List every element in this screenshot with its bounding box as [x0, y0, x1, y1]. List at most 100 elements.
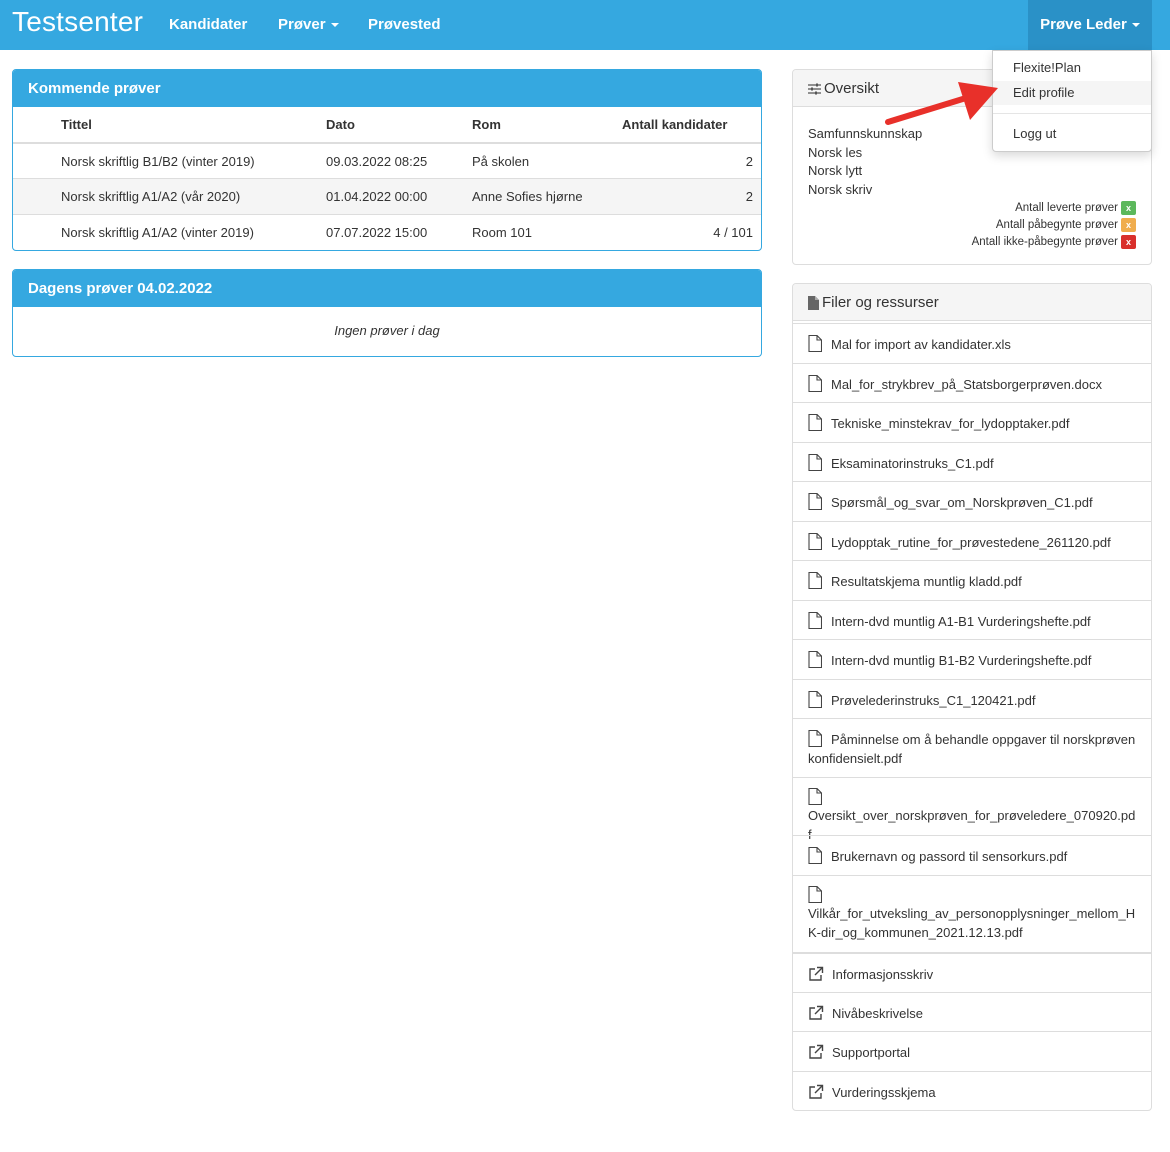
- sliders-icon: [808, 83, 821, 95]
- column-header-dato[interactable]: Dato: [326, 107, 472, 144]
- file-link-item[interactable]: Vilkår_for_utveksling_av_personopplysnin…: [793, 875, 1151, 952]
- file-link-item[interactable]: Oversikt_over_norskprøven_for_prøveleder…: [793, 777, 1151, 842]
- file-link-label[interactable]: Nivåbeskrivelse: [832, 1006, 923, 1021]
- legend-started: Antall påbegynte prøver x: [996, 217, 1136, 233]
- file-icon: [808, 413, 823, 432]
- legend-delivered: Antall leverte prøver x: [1015, 200, 1136, 216]
- cell-dato: 01.04.2022 00:00: [326, 178, 472, 214]
- external-link-item[interactable]: Nivåbeskrivelse: [793, 992, 1151, 1031]
- table-row[interactable]: Norsk skriftlig B1/B2 (vinter 2019) 09.0…: [13, 142, 761, 179]
- file-link-item[interactable]: Mal_for_strykbrev_på_Statsborgerprøven.d…: [793, 363, 1151, 402]
- file-link-item[interactable]: Resultatskjema muntlig kladd.pdf: [793, 560, 1151, 600]
- file-icon: [808, 611, 823, 630]
- file-link-item[interactable]: Prøvelederinstruks_C1_120421.pdf: [793, 679, 1151, 718]
- file-icon: [808, 787, 823, 806]
- file-icon: [808, 374, 823, 393]
- caret-down-icon: [1131, 23, 1140, 28]
- column-header-antall[interactable]: Antall kandidater: [622, 107, 761, 144]
- legend-not-started-badge: x: [1121, 234, 1136, 249]
- menu-item-edit-profile[interactable]: Edit profile: [993, 81, 1151, 105]
- external-link-item[interactable]: Supportportal: [793, 1031, 1151, 1071]
- file-icon: [808, 885, 823, 904]
- cell-rom: Anne Sofies hjørne: [472, 178, 622, 214]
- files-title: Filer og ressurser: [822, 294, 939, 311]
- caret-down-icon: [330, 23, 339, 28]
- cell-rom: På skolen: [472, 142, 622, 179]
- file-link-item[interactable]: Eksaminatorinstruks_C1.pdf: [793, 442, 1151, 481]
- file-link-label[interactable]: Supportportal: [832, 1045, 910, 1060]
- file-icon: [808, 690, 823, 709]
- file-link-label[interactable]: Prøvelederinstruks_C1_120421.pdf: [831, 693, 1036, 708]
- user-menu-label: Prøve Leder: [1040, 16, 1127, 33]
- file-link-label[interactable]: Vurderingsskjema: [832, 1085, 936, 1100]
- nav-prover-dropdown[interactable]: Prøver: [278, 0, 339, 50]
- cell-tittel[interactable]: Norsk skriftlig B1/B2 (vinter 2019): [13, 142, 326, 179]
- table-row[interactable]: Norsk skriftlig A1/A2 (vår 2020) 01.04.2…: [13, 178, 761, 214]
- cell-antall: 2: [622, 178, 761, 214]
- file-link-label[interactable]: Lydopptak_rutine_for_prøvestedene_261120…: [831, 535, 1111, 550]
- upcoming-tests-title: Kommende prøver: [13, 70, 761, 107]
- menu-item-flexiteplan[interactable]: Flexite!Plan: [993, 56, 1151, 80]
- file-icon: [808, 532, 823, 551]
- file-link-item[interactable]: Intern-dvd muntlig A1-B1 Vurderingshefte…: [793, 600, 1151, 639]
- cell-tittel[interactable]: Norsk skriftlig A1/A2 (vår 2020): [13, 178, 326, 214]
- file-link-label[interactable]: Mal_for_strykbrev_på_Statsborgerprøven.d…: [831, 377, 1102, 392]
- file-link-label[interactable]: Spørsmål_og_svar_om_Norskprøven_C1.pdf: [831, 495, 1093, 510]
- nav-kandidater-label: Kandidater: [169, 16, 248, 33]
- file-link-label[interactable]: Tekniske_minstekrav_for_lydopptaker.pdf: [831, 416, 1069, 431]
- file-link-label[interactable]: Eksaminatorinstruks_C1.pdf: [831, 456, 994, 471]
- table-row[interactable]: Norsk skriftlig A1/A2 (vinter 2019) 07.0…: [13, 213, 761, 250]
- file-link-item[interactable]: Tekniske_minstekrav_for_lydopptaker.pdf: [793, 402, 1151, 442]
- subject-item: Norsk les: [808, 144, 863, 160]
- file-link-item[interactable]: Lydopptak_rutine_for_prøvestedene_261120…: [793, 521, 1151, 560]
- navbar: Testsenter Kandidater Prøver Prøvested P…: [0, 0, 1170, 50]
- column-header-tittel[interactable]: Tittel: [13, 107, 326, 144]
- user-dropdown-menu: Flexite!Plan Edit profile Logg ut: [992, 50, 1152, 152]
- cell-tittel[interactable]: Norsk skriftlig A1/A2 (vinter 2019): [13, 213, 326, 250]
- cell-dato: 09.03.2022 08:25: [326, 142, 472, 179]
- nav-kandidater[interactable]: Kandidater: [169, 0, 247, 50]
- file-link-label[interactable]: Vilkår_for_utveksling_av_personopplysnin…: [808, 904, 1136, 942]
- user-menu-toggle[interactable]: Prøve Leder: [1028, 0, 1152, 50]
- file-link-item[interactable]: Påminnelse om å behandle oppgaver til no…: [793, 718, 1151, 777]
- external-link-icon: [808, 966, 824, 982]
- file-icon: [808, 846, 823, 865]
- file-link-label[interactable]: Intern-dvd muntlig B1-B2 Vurderingshefte…: [831, 653, 1091, 668]
- file-link-label[interactable]: Brukernavn og passord til sensorkurs.pdf: [831, 849, 1067, 864]
- upcoming-tests-table: Tittel Dato Rom Antall kandidater Norsk …: [13, 107, 761, 250]
- file-link-item[interactable]: Brukernavn og passord til sensorkurs.pdf: [793, 835, 1151, 875]
- brand-logo[interactable]: Testsenter: [12, 6, 143, 38]
- file-link-item[interactable]: Intern-dvd muntlig B1-B2 Vurderingshefte…: [793, 639, 1151, 679]
- todays-tests-title: Dagens prøver 04.02.2022: [13, 270, 761, 307]
- subject-item: Norsk skriv: [808, 181, 873, 197]
- cell-dato: 07.07.2022 15:00: [326, 213, 472, 250]
- file-link-label[interactable]: Påminnelse om å behandle oppgaver til no…: [808, 732, 1135, 766]
- file-icon: [808, 334, 823, 353]
- external-link-icon: [808, 1005, 824, 1021]
- file-link-label[interactable]: Mal for import av kandidater.xls: [831, 337, 1011, 352]
- todays-tests-panel: Dagens prøver 04.02.2022 Ingen prøver i …: [12, 269, 762, 357]
- nav-provested[interactable]: Prøvested: [368, 0, 441, 50]
- external-link-icon: [808, 1084, 824, 1100]
- menu-divider: [993, 113, 1151, 114]
- external-link-icon: [808, 1044, 824, 1060]
- files-heading: Filer og ressurser: [793, 284, 1151, 321]
- external-link-item[interactable]: Informasjonsskriv: [793, 952, 1151, 992]
- external-link-item[interactable]: Vurderingsskjema: [793, 1071, 1151, 1110]
- file-link-item[interactable]: Spørsmål_og_svar_om_Norskprøven_C1.pdf: [793, 481, 1151, 521]
- files-panel: Filer og ressurser Mal for import av kan…: [792, 283, 1152, 1111]
- file-icon: [808, 571, 823, 590]
- menu-item-logg-ut[interactable]: Logg ut: [993, 122, 1151, 146]
- file-link-label[interactable]: Intern-dvd muntlig A1-B1 Vurderingshefte…: [831, 614, 1091, 629]
- file-icon: [808, 453, 823, 472]
- upcoming-tests-panel: Kommende prøver Tittel Dato Rom Antall k…: [12, 69, 762, 251]
- nav-provested-label: Prøvested: [368, 16, 441, 33]
- cell-antall: 4 / 101: [622, 213, 761, 250]
- column-header-rom[interactable]: Rom: [472, 107, 622, 144]
- legend-started-badge: x: [1121, 217, 1136, 232]
- file-link-label[interactable]: Resultatskjema muntlig kladd.pdf: [831, 574, 1022, 589]
- cell-rom: Room 101: [472, 213, 622, 250]
- file-link-item[interactable]: Mal for import av kandidater.xls: [793, 323, 1151, 363]
- file-link-label[interactable]: Informasjonsskriv: [832, 967, 933, 982]
- legend-started-label: Antall påbegynte prøver: [995, 219, 1118, 231]
